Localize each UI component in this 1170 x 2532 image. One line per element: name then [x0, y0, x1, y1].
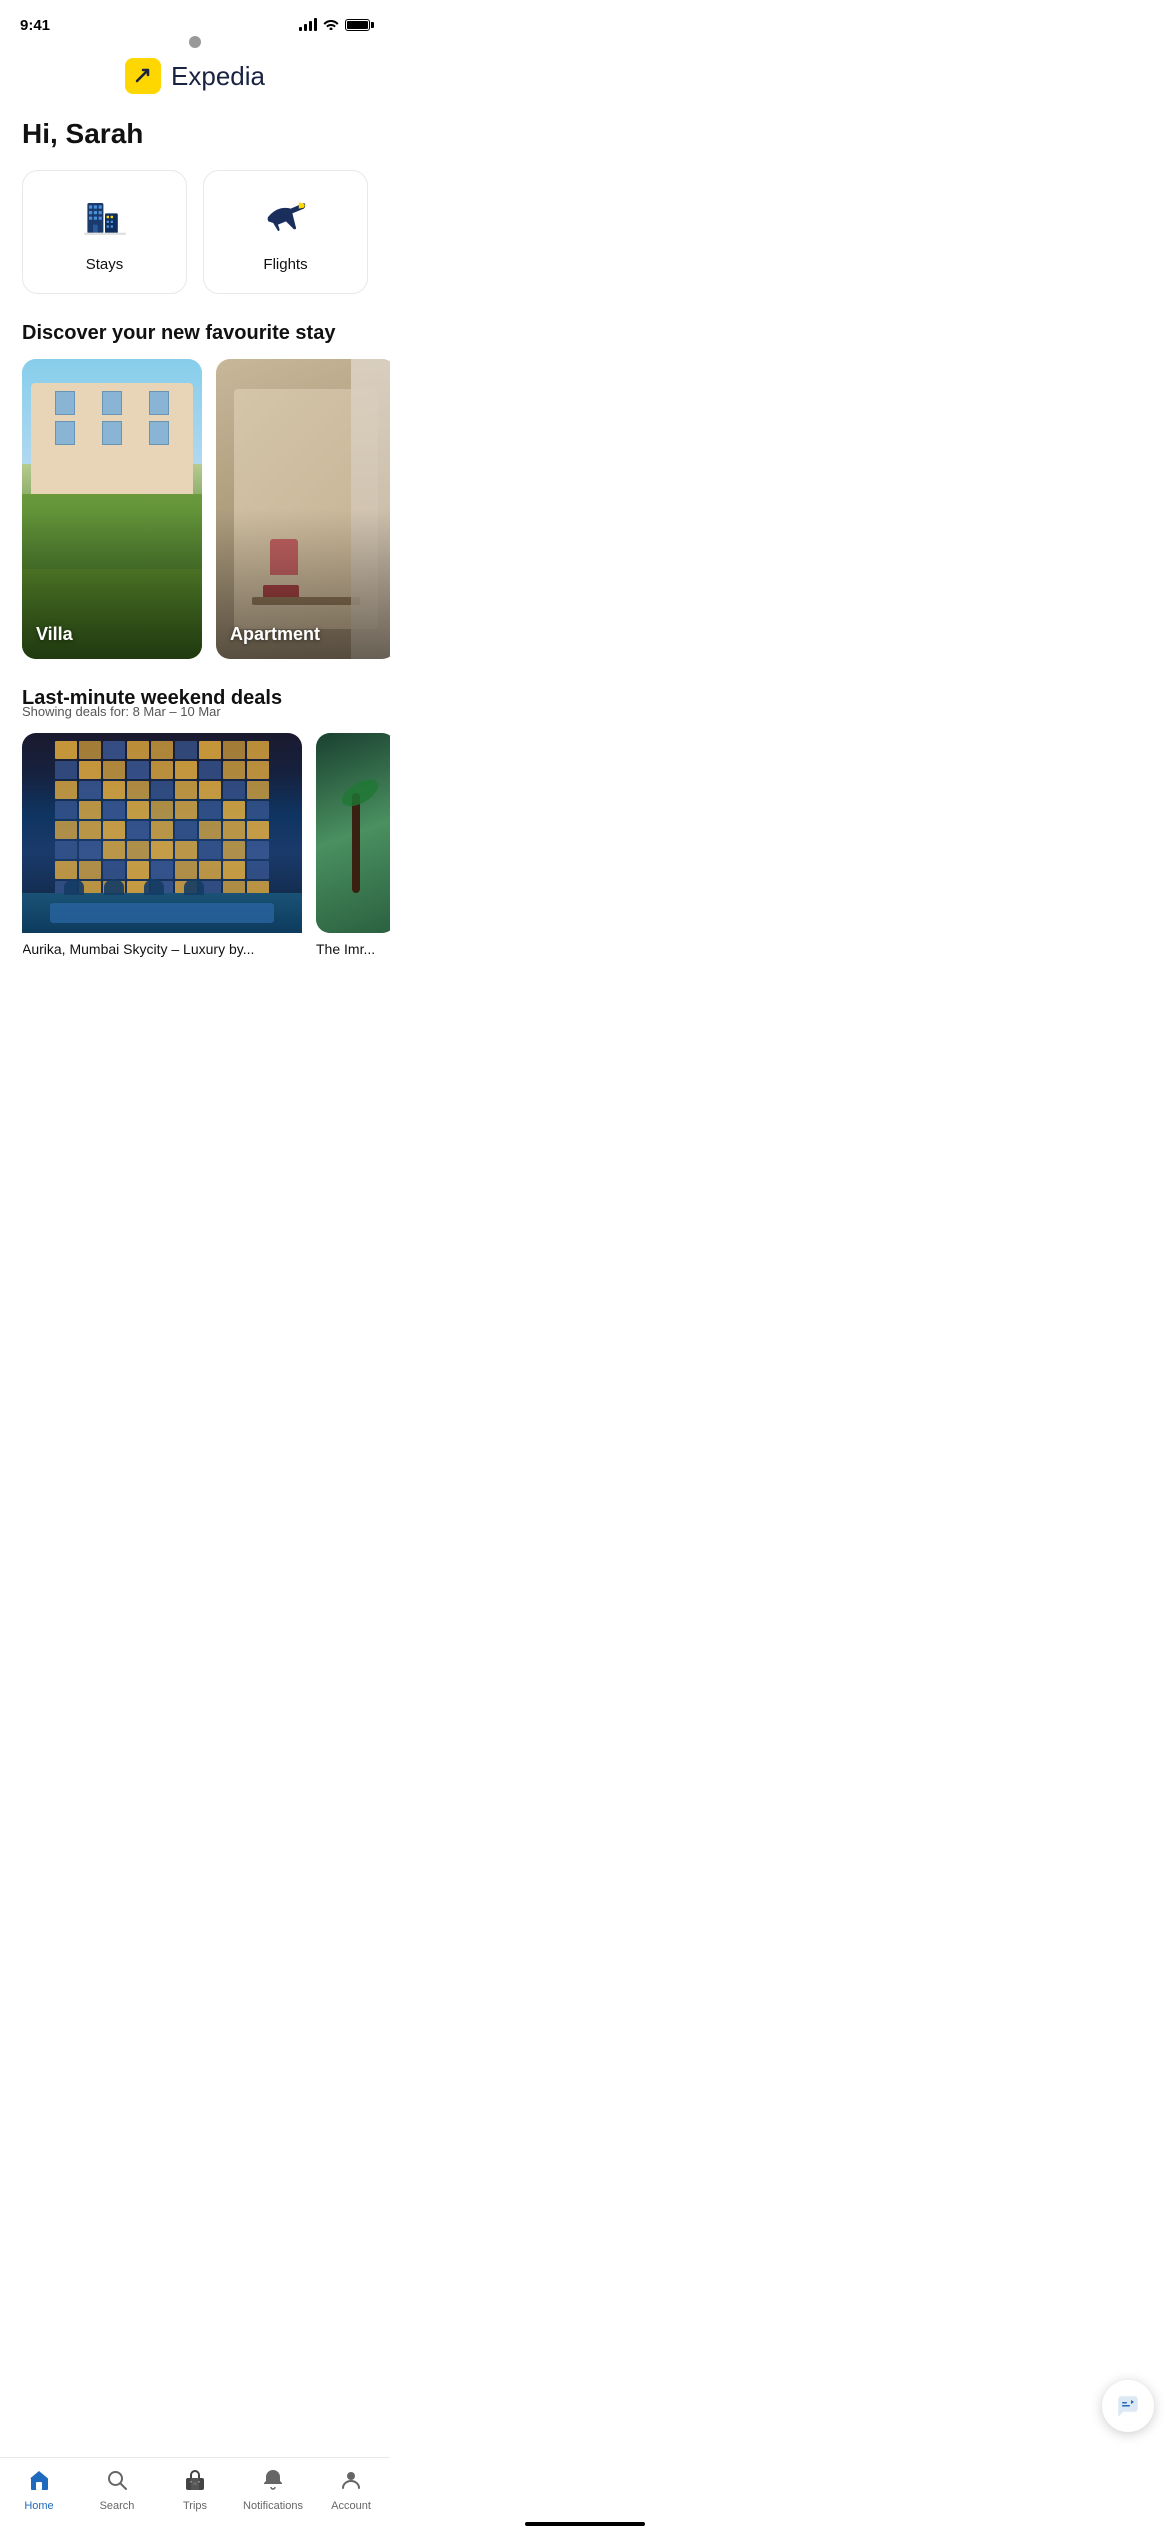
camera-notch: [0, 36, 390, 48]
greeting-text: Hi, Sarah: [22, 118, 368, 150]
expedia-logo-icon: [125, 58, 161, 94]
nav-account-label: Account: [331, 2500, 371, 2512]
mumbai-deal-title: Aurika, Mumbai Skycity – Luxury by...: [22, 933, 302, 961]
battery-icon: [345, 19, 370, 31]
flights-card[interactable]: Flights: [203, 170, 368, 294]
deals-scroll: Aurika, Mumbai Skycity – Luxury by... Th…: [0, 733, 390, 981]
greeting-section: Hi, Sarah: [0, 110, 390, 170]
discover-section-heading: Discover your new favourite stay: [0, 322, 390, 359]
nav-account[interactable]: Account: [312, 2468, 390, 2512]
mumbai-deal-card[interactable]: Aurika, Mumbai Skycity – Luxury by...: [22, 733, 302, 961]
mumbai-hotel-image: [22, 733, 302, 933]
nav-trips[interactable]: Trips: [156, 2468, 234, 2512]
nav-notifications-label: Notifications: [243, 2500, 303, 2512]
search-icon: [105, 2468, 129, 2496]
expedia-logo-text: Expedia: [171, 61, 265, 92]
chat-fab[interactable]: [1102, 2380, 1154, 2432]
stays-label: Stays: [86, 256, 124, 273]
nav-home[interactable]: Home: [0, 2468, 78, 2512]
nav-trips-label: Trips: [183, 2500, 207, 2512]
nav-home-label: Home: [24, 2500, 53, 2512]
expedia-logo: Expedia: [125, 58, 265, 94]
wifi-icon: [323, 18, 339, 33]
villa-label: Villa: [36, 624, 73, 645]
home-icon: [27, 2468, 51, 2496]
nav-notifications[interactable]: Notifications: [234, 2468, 312, 2512]
trips-icon: [183, 2468, 207, 2496]
imp-deal-card[interactable]: The Imr...: [316, 733, 390, 961]
status-icons: [299, 18, 370, 33]
quick-access-section: Stays Flights: [0, 170, 390, 322]
discover-scroll: Villa Apartment: [0, 359, 390, 687]
flights-label: Flights: [263, 256, 307, 273]
villa-card-image: [22, 359, 202, 659]
apartment-card[interactable]: Apartment: [216, 359, 390, 659]
flights-icon: [262, 191, 310, 244]
app-header: Expedia: [0, 52, 390, 110]
villa-card[interactable]: Villa: [22, 359, 202, 659]
bottom-nav: Home Search Trips: [0, 2457, 390, 2532]
stays-icon: [81, 191, 129, 244]
deals-subtitle: Showing deals for: 8 Mar – 10 Mar: [0, 704, 390, 733]
signal-icon: [299, 19, 317, 31]
imp-deal-title: The Imr...: [316, 933, 390, 961]
account-icon: [339, 2468, 363, 2496]
status-time: 9:41: [20, 17, 50, 34]
apartment-card-image: [216, 359, 390, 659]
home-indicator: [525, 2522, 645, 2526]
nav-search[interactable]: Search: [78, 2468, 156, 2512]
notifications-icon: [261, 2468, 285, 2496]
nav-search-label: Search: [100, 2500, 135, 2512]
apartment-label: Apartment: [230, 624, 320, 645]
stays-card[interactable]: Stays: [22, 170, 187, 294]
